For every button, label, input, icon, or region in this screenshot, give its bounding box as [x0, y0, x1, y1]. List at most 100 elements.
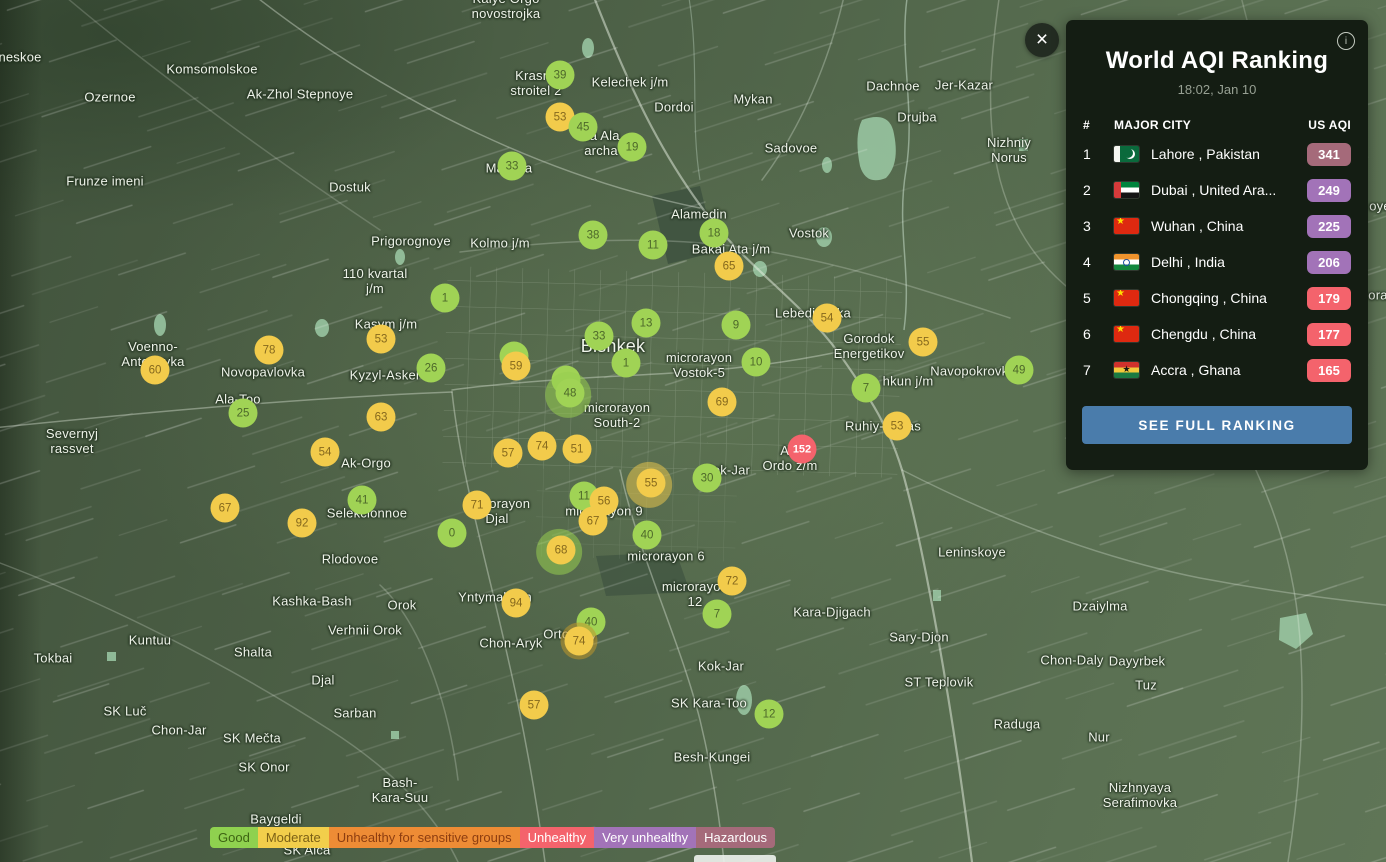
aqi-marker[interactable]: 38 — [579, 221, 608, 250]
aqi-marker[interactable]: 11 — [639, 231, 668, 260]
column-rank: # — [1083, 118, 1114, 132]
aqi-marker[interactable]: 33 — [585, 322, 614, 351]
legend-item: Moderate — [258, 827, 329, 848]
aqi-marker[interactable]: 54 — [813, 304, 842, 333]
aqi-marker[interactable]: 45 — [569, 113, 598, 142]
aqi-marker[interactable]: 7 — [703, 600, 732, 629]
ranking-city: Accra , Ghana — [1151, 362, 1307, 378]
country-flag-icon — [1114, 290, 1139, 306]
close-button[interactable]: × — [1025, 23, 1059, 57]
see-full-ranking-button[interactable]: SEE FULL RANKING — [1082, 406, 1352, 444]
aqi-marker[interactable]: 65 — [715, 252, 744, 281]
ranking-row[interactable]: 5 Chongqing , China 179 — [1066, 280, 1368, 316]
aqi-badge: 341 — [1307, 143, 1351, 166]
ranking-row[interactable]: 7 Accra , Ghana 165 — [1066, 352, 1368, 388]
aqi-marker[interactable]: 53 — [883, 412, 912, 441]
aqi-marker[interactable]: 63 — [367, 403, 396, 432]
aqi-badge: 225 — [1307, 215, 1351, 238]
info-icon[interactable]: i — [1337, 32, 1355, 50]
country-flag-icon — [1114, 146, 1139, 162]
aqi-marker[interactable]: 92 — [288, 509, 317, 538]
ranking-row[interactable]: 4 Delhi , India 206 — [1066, 244, 1368, 280]
ranking-row[interactable]: 1 Lahore , Pakistan 341 — [1066, 136, 1368, 172]
aqi-marker[interactable]: 57 — [494, 439, 523, 468]
aqi-marker[interactable]: 25 — [229, 399, 258, 428]
aqi-legend: Good Moderate Unhealthy for sensitive gr… — [210, 827, 775, 848]
panel-timestamp: 18:02, Jan 10 — [1066, 82, 1368, 97]
aqi-badge: 165 — [1307, 359, 1351, 382]
aqi-marker[interactable]: 78 — [255, 336, 284, 365]
aqi-marker[interactable]: 49 — [1005, 356, 1034, 385]
aqi-marker[interactable]: 67 — [579, 507, 608, 536]
rank-number: 4 — [1083, 254, 1114, 270]
panel-title: World AQI Ranking — [1066, 47, 1368, 75]
aqi-marker[interactable]: 57 — [520, 691, 549, 720]
rank-number: 3 — [1083, 218, 1114, 234]
aqi-marker[interactable]: 67 — [211, 494, 240, 523]
aqi-marker[interactable]: 1 — [612, 349, 641, 378]
legend-item: Good — [210, 827, 258, 848]
map[interactable]: neskoeKomsomolskoeOzernoeAk-Zhol Stepnoy… — [0, 0, 1386, 862]
aqi-marker[interactable]: 74 — [528, 432, 557, 461]
aqi-marker[interactable]: 33 — [498, 152, 527, 181]
ranking-row[interactable]: 2 Dubai , United Ara... 249 — [1066, 172, 1368, 208]
aqi-marker[interactable]: 53 — [367, 325, 396, 354]
aqi-marker[interactable]: 51 — [563, 435, 592, 464]
column-aqi: US AQI — [1308, 118, 1351, 132]
aqi-marker[interactable]: 71 — [463, 491, 492, 520]
rank-number: 6 — [1083, 326, 1114, 342]
aqi-marker[interactable]: 69 — [708, 388, 737, 417]
aqi-marker[interactable]: 60 — [141, 356, 170, 385]
aqi-marker[interactable]: 13 — [632, 309, 661, 338]
legend-item: Hazardous — [696, 827, 775, 848]
aqi-marker[interactable]: 72 — [718, 567, 747, 596]
country-flag-icon — [1114, 254, 1139, 270]
legend-item: Unhealthy for sensitive groups — [329, 827, 520, 848]
ranking-row[interactable]: 6 Chengdu , China 177 — [1066, 316, 1368, 352]
country-flag-icon — [1114, 362, 1139, 378]
aqi-marker[interactable]: 18 — [700, 219, 729, 248]
world-aqi-panel: i World AQI Ranking 18:02, Jan 10 # MAJO… — [1066, 20, 1368, 470]
aqi-marker[interactable]: 7 — [852, 374, 881, 403]
aqi-marker[interactable]: 54 — [311, 438, 340, 467]
country-flag-icon — [1114, 218, 1139, 234]
country-flag-icon — [1114, 326, 1139, 342]
aqi-marker[interactable]: 152 — [788, 435, 817, 464]
ranking-rows: 1 Lahore , Pakistan 341 2 Dubai , United… — [1066, 136, 1368, 388]
aqi-marker[interactable]: 30 — [693, 464, 722, 493]
aqi-marker[interactable]: 94 — [502, 589, 531, 618]
aqi-marker[interactable]: 39 — [546, 61, 575, 90]
close-icon: × — [1036, 28, 1048, 52]
country-flag-icon — [1114, 182, 1139, 198]
aqi-marker[interactable]: 40 — [633, 521, 662, 550]
aqi-marker[interactable]: 55 — [637, 469, 666, 498]
rank-number: 7 — [1083, 362, 1114, 378]
map-control-partial — [694, 855, 776, 862]
ranking-city: Wuhan , China — [1151, 218, 1307, 234]
legend-item: Unhealthy — [520, 827, 595, 848]
info-icon-glyph: i — [1345, 36, 1347, 47]
aqi-marker[interactable]: 74 — [565, 627, 594, 656]
aqi-badge: 206 — [1307, 251, 1351, 274]
aqi-marker[interactable]: 41 — [348, 486, 377, 515]
aqi-marker[interactable]: 1 — [431, 284, 460, 313]
legend-item: Very unhealthy — [594, 827, 696, 848]
aqi-marker[interactable]: 26 — [417, 354, 446, 383]
aqi-marker[interactable]: 0 — [438, 519, 467, 548]
ranking-city: Lahore , Pakistan — [1151, 146, 1307, 162]
ranking-city: Chongqing , China — [1151, 290, 1307, 306]
ranking-row[interactable]: 3 Wuhan , China 225 — [1066, 208, 1368, 244]
aqi-marker[interactable]: 12 — [755, 700, 784, 729]
ranking-city: Dubai , United Ara... — [1151, 182, 1307, 198]
aqi-marker[interactable]: 10 — [742, 348, 771, 377]
aqi-marker[interactable]: 68 — [547, 536, 576, 565]
aqi-marker[interactable]: 59 — [502, 352, 531, 381]
aqi-badge: 249 — [1307, 179, 1351, 202]
aqi-marker[interactable]: 48 — [556, 379, 585, 408]
column-city: MAJOR CITY — [1114, 118, 1308, 132]
rank-number: 1 — [1083, 146, 1114, 162]
aqi-marker[interactable]: 19 — [618, 133, 647, 162]
aqi-marker[interactable]: 55 — [909, 328, 938, 357]
aqi-badge: 179 — [1307, 287, 1351, 310]
aqi-marker[interactable]: 9 — [722, 311, 751, 340]
